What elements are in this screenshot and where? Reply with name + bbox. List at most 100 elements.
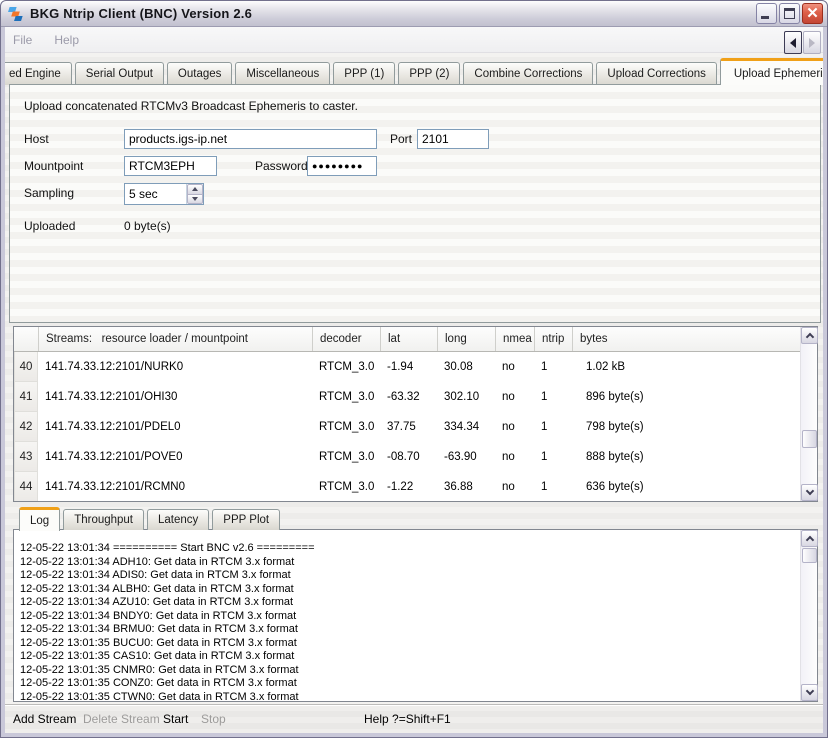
log-line: 12-05-22 13:01:35 BUCU0: Get data in RTC… (20, 637, 800, 651)
header-lat[interactable]: lat (380, 327, 437, 351)
tab-ed-engine[interactable]: ed Engine (5, 62, 72, 85)
sampling-up-button[interactable] (187, 184, 203, 195)
log-output[interactable]: 12-05-22 13:01:34 ========== Start BNC v… (14, 530, 800, 701)
log-tab-throughput[interactable]: Throughput (63, 509, 144, 530)
table-row[interactable]: 41 141.74.33.12:2101/OHI30 RTCM_3.0 -63.… (14, 382, 800, 412)
log-tab-ppp-plot[interactable]: PPP Plot (212, 509, 280, 530)
scroll-up-button[interactable] (801, 327, 818, 344)
cell-decoder: RTCM_3.0 (312, 442, 380, 472)
cell-nmea: no (495, 412, 534, 442)
table-row[interactable]: 44 141.74.33.12:2101/RCMN0 RTCM_3.0 -1.2… (14, 472, 800, 501)
header-decoder[interactable]: decoder (312, 327, 380, 351)
maximize-button[interactable] (779, 3, 800, 24)
maximize-icon (784, 8, 795, 19)
scroll-down-button[interactable] (801, 684, 818, 701)
log-panel: 12-05-22 13:01:34 ========== Start BNC v… (13, 529, 818, 702)
scroll-up-button[interactable] (801, 530, 818, 547)
tab-combine-corrections[interactable]: Combine Corrections (463, 62, 593, 85)
down-arrow-icon (192, 197, 198, 204)
close-button[interactable]: ✕ (802, 3, 823, 24)
minimize-button[interactable] (756, 3, 777, 24)
start-button[interactable]: Start (163, 712, 188, 726)
cell-bytes: 1.02 kB (572, 352, 800, 382)
sampling-spinner[interactable]: 5 sec (124, 183, 204, 205)
cell-lat: -1.22 (380, 472, 437, 501)
title-bar[interactable]: BKG Ntrip Client (BNC) Version 2.6 ✕ (1, 1, 827, 27)
tab-label: Upload Ephemeris (734, 68, 823, 80)
app-window: BKG Ntrip Client (BNC) Version 2.6 ✕ Fil… (0, 0, 828, 738)
scroll-down-button[interactable] (801, 484, 818, 501)
log-line: 12-05-22 13:01:34 ADH10: Get data in RTC… (20, 556, 800, 570)
tab-serial-output[interactable]: Serial Output (75, 62, 164, 85)
tab-label: Serial Output (86, 68, 153, 80)
log-line: 12-05-22 13:01:34 BNDY0: Get data in RTC… (20, 610, 800, 624)
password-label: Password (255, 159, 308, 173)
header-stream[interactable]: Streams: resource loader / mountpoint (38, 327, 312, 351)
cell-lat: -08.70 (380, 442, 437, 472)
log-line: 12-05-22 13:01:35 CTWN0: Get data in RTC… (20, 691, 800, 702)
table-row[interactable]: 42 141.74.33.12:2101/PDEL0 RTCM_3.0 37.7… (14, 412, 800, 442)
tab-label: Log (30, 515, 49, 527)
cell-ntrip: 1 (534, 412, 572, 442)
tab-ppp-1[interactable]: PPP (1) (333, 62, 395, 85)
mountpoint-input[interactable] (124, 156, 217, 176)
tab-upload-corrections[interactable]: Upload Corrections (596, 62, 716, 85)
mountpoint-label: Mountpoint (24, 159, 83, 173)
header-nmea[interactable]: nmea (495, 327, 534, 351)
minimize-icon (761, 16, 769, 19)
port-input[interactable] (417, 129, 489, 149)
row-number: 40 (14, 352, 38, 382)
cell-bytes: 798 byte(s) (572, 412, 800, 442)
cell-nmea: no (495, 472, 534, 501)
header-long[interactable]: long (437, 327, 495, 351)
upload-ephemeris-panel: Upload concatenated RTCMv3 Broadcast Eph… (9, 84, 821, 323)
port-label: Port (390, 132, 412, 146)
sampling-down-button[interactable] (187, 194, 203, 205)
cell-bytes: 896 byte(s) (572, 382, 800, 412)
tab-upload-ephemeris[interactable]: Upload Ephemeris (720, 58, 823, 85)
log-tab-log[interactable]: Log (19, 507, 60, 531)
up-arrow-icon (805, 536, 813, 544)
up-arrow-icon (192, 184, 198, 191)
log-scrollbar[interactable] (800, 530, 817, 701)
scrollbar-thumb[interactable] (802, 430, 817, 448)
cell-ntrip: 1 (534, 442, 572, 472)
cell-bytes: 888 byte(s) (572, 442, 800, 472)
tab-scroll-right-button[interactable] (803, 31, 821, 54)
header-ntrip[interactable]: ntrip (534, 327, 572, 351)
password-input[interactable] (307, 156, 377, 176)
table-row[interactable]: 43 141.74.33.12:2101/POVE0 RTCM_3.0 -08.… (14, 442, 800, 472)
delete-stream-button[interactable]: Delete Stream (83, 712, 160, 726)
app-icon (7, 5, 25, 23)
log-line: 12-05-22 13:01:35 CAS10: Get data in RTC… (20, 650, 800, 664)
cell-decoder: RTCM_3.0 (312, 382, 380, 412)
tab-miscellaneous[interactable]: Miscellaneous (235, 62, 330, 85)
add-stream-button[interactable]: Add Stream (13, 712, 76, 726)
up-arrow-icon (805, 333, 813, 341)
tab-ppp-2[interactable]: PPP (2) (398, 62, 460, 85)
window-title: BKG Ntrip Client (BNC) Version 2.6 (30, 6, 252, 21)
menu-bar: File Help (5, 27, 823, 53)
tab-label: Upload Corrections (607, 68, 705, 80)
streams-scrollbar[interactable] (800, 327, 817, 501)
tab-label: PPP (2) (409, 68, 449, 80)
tab-outages[interactable]: Outages (167, 62, 232, 85)
cell-ntrip: 1 (534, 382, 572, 412)
menu-file[interactable]: File (13, 33, 32, 47)
header-bytes[interactable]: bytes (572, 327, 800, 351)
log-tab-latency[interactable]: Latency (147, 509, 209, 530)
cell-lat: -63.32 (380, 382, 437, 412)
tab-scroll-left-button[interactable] (784, 31, 802, 54)
cell-decoder: RTCM_3.0 (312, 412, 380, 442)
cell-nmea: no (495, 382, 534, 412)
close-icon: ✕ (803, 4, 822, 23)
row-number: 43 (14, 442, 38, 472)
menu-help[interactable]: Help (54, 33, 79, 47)
table-row[interactable]: 40 141.74.33.12:2101/NURK0 RTCM_3.0 -1.9… (14, 352, 800, 382)
streams-table-body: 40 141.74.33.12:2101/NURK0 RTCM_3.0 -1.9… (14, 352, 800, 501)
cell-bytes: 636 byte(s) (572, 472, 800, 501)
scrollbar-thumb[interactable] (802, 548, 817, 563)
tab-label: Combine Corrections (474, 68, 582, 80)
host-input[interactable] (124, 129, 377, 149)
stop-button[interactable]: Stop (201, 712, 226, 726)
